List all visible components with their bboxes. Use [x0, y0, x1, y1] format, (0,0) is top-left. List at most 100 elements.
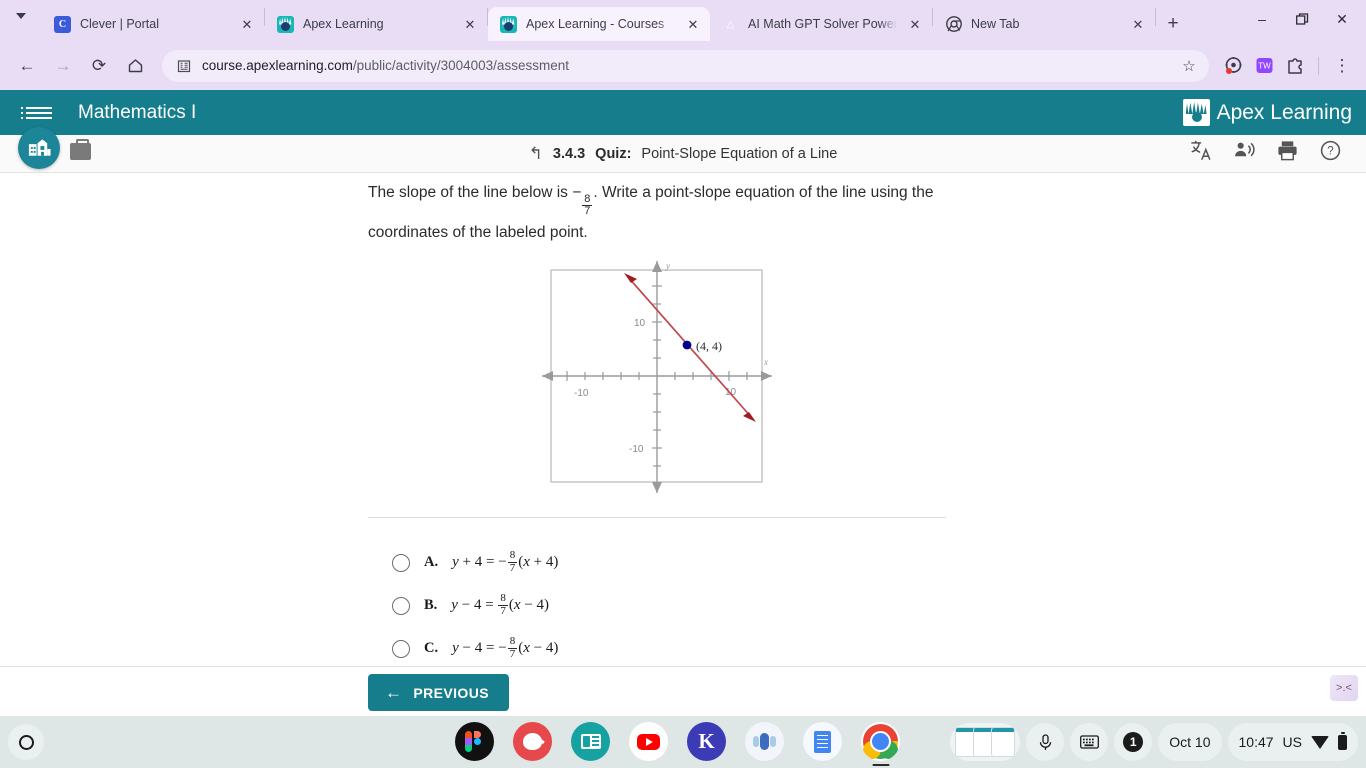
- launcher-circle-icon: [18, 734, 34, 750]
- collapse-toggle-icon[interactable]: >.<: [1330, 675, 1358, 701]
- activity-number: 3.4.3: [552, 145, 586, 162]
- answer-option-b[interactable]: B. y − 4 = 8 7(x − 4): [392, 584, 558, 627]
- reload-button[interactable]: ⟳: [82, 49, 116, 83]
- extension-twitch-icon[interactable]: TW: [1250, 52, 1278, 80]
- forward-button[interactable]: →: [46, 49, 80, 83]
- new-tab-button[interactable]: +: [1156, 7, 1190, 41]
- browser-tab-apex-learning[interactable]: Apex Learning ✕: [265, 7, 487, 41]
- tab-search-button[interactable]: [0, 0, 42, 41]
- shelf-item-chrome[interactable]: [861, 722, 900, 766]
- apex-brand-name: Apex Learning: [1216, 100, 1352, 124]
- shelf-item-microphone[interactable]: [745, 722, 784, 761]
- site-info-icon[interactable]: [176, 58, 192, 74]
- chrome-icon: [945, 16, 962, 33]
- browser-toolbar: ← → ⟳ course.apexlearning.com/public/act…: [0, 41, 1366, 90]
- briefcase-icon[interactable]: [70, 139, 91, 160]
- fraction-numerator: 8: [584, 192, 591, 205]
- answer-option-a[interactable]: A. y + 4 = −8 7(x + 4): [392, 541, 558, 584]
- menu-list-icon[interactable]: [21, 100, 52, 126]
- tab-title: Apex Learning: [303, 17, 384, 31]
- browser-tab-apex-learning-courses[interactable]: Apex Learning - Courses ✕: [488, 7, 710, 41]
- shelf-item-google-docs[interactable]: [803, 722, 842, 761]
- print-icon[interactable]: [1276, 139, 1299, 168]
- address-bar[interactable]: course.apexlearning.com/public/activity/…: [162, 49, 1209, 82]
- radio-button[interactable]: [392, 639, 410, 658]
- canva-icon: [513, 722, 552, 761]
- activity-heading: ↰ 3.4.3 Quiz: Point-Slope Equation of a …: [0, 144, 1366, 164]
- close-icon[interactable]: ✕: [906, 15, 924, 33]
- translate-icon[interactable]: [1190, 139, 1213, 168]
- dictation-mic-icon[interactable]: [1026, 723, 1065, 761]
- close-window-button[interactable]: ✕: [1322, 4, 1362, 34]
- activity-name: Point-Slope Equation of a Line: [641, 145, 838, 162]
- shelf-item-figma[interactable]: [455, 722, 494, 761]
- close-icon[interactable]: ✕: [461, 15, 479, 33]
- activity-type: Quiz:: [595, 145, 632, 162]
- home-button[interactable]: [118, 49, 152, 83]
- maximize-restore-button[interactable]: [1282, 4, 1322, 34]
- answer-option-c[interactable]: C. y − 4 = −8 7(x − 4): [392, 627, 558, 666]
- option-letter: C.: [424, 640, 439, 656]
- chrome-icon: [861, 722, 900, 761]
- help-icon[interactable]: ?: [1319, 139, 1342, 168]
- shelf-item-youtube[interactable]: [629, 722, 668, 761]
- shelf-item-canva[interactable]: [513, 722, 552, 761]
- tab-title: Clever | Portal: [80, 17, 159, 31]
- previous-button-label: PREVIOUS: [413, 684, 489, 701]
- school-badge-icon[interactable]: [18, 127, 60, 169]
- activity-bar: ↰ 3.4.3 Quiz: Point-Slope Equation of a …: [0, 135, 1366, 173]
- browser-chrome: C Clever | Portal ✕ Apex Learning ✕ Apex…: [0, 0, 1366, 90]
- close-icon[interactable]: ✕: [684, 15, 702, 33]
- close-icon[interactable]: ✕: [1129, 15, 1147, 33]
- chevron-down-icon: [16, 13, 26, 19]
- apex-icon: [500, 15, 517, 33]
- shelf-locale: US: [1282, 734, 1302, 750]
- status-tray-button[interactable]: 10:47 US: [1227, 723, 1358, 761]
- content-divider: [368, 517, 946, 518]
- url-path: /public/activity/3004003/assessment: [352, 58, 569, 73]
- previous-button[interactable]: ← PREVIOUS: [368, 674, 509, 711]
- option-letter: B.: [424, 597, 438, 613]
- close-icon[interactable]: ✕: [238, 15, 256, 33]
- fraction-denominator: 7: [582, 205, 593, 218]
- browser-tab-ai-math-gpt[interactable]: △ AI Math GPT Solver Powere ✕: [710, 7, 932, 41]
- svg-text:-10: -10: [629, 444, 644, 455]
- notification-count-button[interactable]: 1: [1114, 723, 1153, 761]
- option-equation: y − 4 = 8 7(x − 4): [451, 592, 550, 617]
- browser-menu-button[interactable]: ⋮: [1328, 52, 1356, 80]
- wifi-icon: [1311, 735, 1329, 749]
- apex-icon: [277, 15, 294, 33]
- shelf-time: 10:47: [1238, 734, 1274, 750]
- answer-options: A. y + 4 = −8 7(x + 4) B. y − 4 = 8 7(x − …: [392, 541, 558, 666]
- read-aloud-icon[interactable]: [1233, 139, 1256, 168]
- question-part-1: The slope of the line below is: [368, 184, 568, 201]
- svg-text:?: ?: [1327, 146, 1333, 158]
- course-title: Mathematics I: [78, 101, 197, 123]
- window-preview-button[interactable]: [950, 723, 1021, 761]
- browser-tab-clever[interactable]: C Clever | Portal ✕: [42, 7, 264, 41]
- battery-icon: [1338, 731, 1347, 750]
- minimize-button[interactable]: –: [1242, 4, 1282, 34]
- up-level-icon[interactable]: ↰: [529, 144, 543, 164]
- tab-title: Apex Learning - Courses: [526, 17, 665, 31]
- kami-icon: K: [687, 722, 726, 761]
- radio-button[interactable]: [392, 553, 410, 572]
- back-button[interactable]: ←: [10, 49, 44, 83]
- system-tray: 1 Oct 10 10:47 US: [950, 723, 1358, 761]
- extensions-puzzle-icon[interactable]: [1281, 52, 1309, 80]
- youtube-icon: [629, 722, 668, 761]
- extension-ghostery-icon[interactable]: [1219, 52, 1247, 80]
- bookmark-star-icon[interactable]: ☆: [1175, 52, 1203, 80]
- arrow-left-icon: ←: [385, 682, 403, 702]
- tab-title: AI Math GPT Solver Powere: [748, 17, 897, 31]
- date-tray-button[interactable]: Oct 10: [1158, 723, 1222, 761]
- onscreen-keyboard-icon[interactable]: [1070, 723, 1109, 761]
- launcher-button[interactable]: [8, 724, 44, 760]
- shelf-item-news[interactable]: [571, 722, 610, 761]
- option-equation: y + 4 = −8 7(x + 4): [452, 549, 559, 574]
- url-domain: course.apexlearning.com: [202, 58, 353, 73]
- browser-tab-new-tab[interactable]: New Tab ✕: [933, 7, 1155, 41]
- toolbar-divider: [1318, 56, 1319, 75]
- radio-button[interactable]: [392, 596, 410, 615]
- shelf-item-kami[interactable]: K: [687, 722, 726, 761]
